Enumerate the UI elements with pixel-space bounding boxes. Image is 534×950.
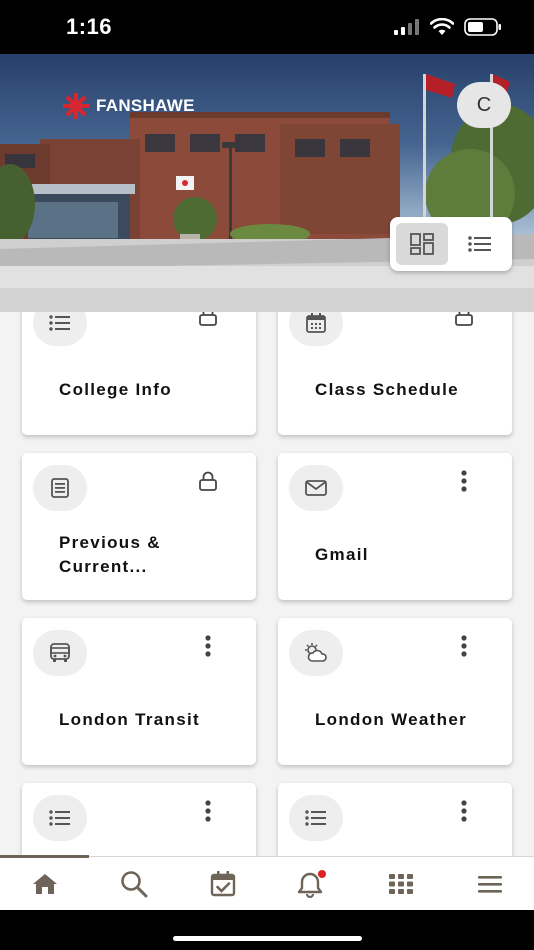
avatar-initial: C — [476, 93, 492, 116]
menu-icon — [477, 876, 502, 893]
more-options-icon[interactable] — [194, 797, 222, 825]
nav-home[interactable] — [0, 857, 89, 911]
nav-apps[interactable] — [356, 857, 445, 911]
grid-view-icon — [410, 233, 434, 255]
tile-icon-wrap — [289, 465, 343, 511]
battery-icon — [464, 18, 501, 36]
book-icon — [51, 478, 69, 498]
mail-icon — [305, 480, 327, 496]
tile-title: Gmail — [315, 545, 369, 564]
logo-text: FANSHAWE — [96, 96, 195, 115]
home-icon — [32, 874, 57, 894]
tile-class-schedule[interactable]: Class Schedule — [278, 312, 512, 435]
calendar-check-icon — [210, 871, 235, 897]
search-icon — [120, 871, 147, 898]
nav-calendar[interactable] — [178, 857, 267, 911]
lock-icon — [450, 312, 478, 330]
nav-search[interactable] — [89, 857, 178, 911]
tile-title: Class Schedule — [315, 380, 459, 399]
tile-title: College Info — [59, 380, 172, 399]
nav-notifications[interactable] — [267, 857, 356, 911]
bus-icon — [50, 643, 70, 662]
list-icon — [49, 315, 70, 331]
tile-icon-wrap — [289, 630, 343, 676]
wifi-icon — [430, 18, 454, 35]
tile-icon-wrap — [33, 795, 87, 841]
tile-title: London Weather — [315, 710, 467, 729]
more-options-icon[interactable] — [450, 797, 478, 825]
header-banner: FANSHAWE C — [0, 54, 534, 312]
tile-partial-left[interactable] — [22, 783, 256, 856]
nav-menu[interactable] — [445, 857, 534, 911]
tile-icon-wrap — [33, 630, 87, 676]
bell-icon — [297, 870, 326, 898]
more-options-icon[interactable] — [450, 632, 478, 660]
lock-icon — [194, 312, 222, 330]
tile-icon-wrap — [33, 465, 87, 511]
notification-dot — [317, 870, 326, 878]
tile-partial-right[interactable] — [278, 783, 512, 856]
list-icon — [305, 810, 326, 826]
grid-view-button[interactable] — [396, 223, 448, 265]
tile-title: London Transit — [59, 710, 200, 729]
status-time: 1:16 — [66, 14, 113, 39]
more-options-icon[interactable] — [450, 467, 478, 495]
tile-icon-wrap — [289, 795, 343, 841]
tile-icon-wrap — [33, 312, 87, 346]
lock-icon — [194, 467, 222, 495]
apps-grid-icon — [388, 874, 413, 894]
tile-college-info[interactable]: College Info — [22, 312, 256, 435]
fanshawe-star-icon — [63, 93, 89, 119]
tile-title: Previous & Current... — [59, 533, 161, 576]
tiles-grid: College Info Class Schedule Previous & C… — [0, 312, 534, 856]
tile-gmail[interactable]: Gmail — [278, 453, 512, 600]
tile-previous-current[interactable]: Previous & Current... — [22, 453, 256, 600]
tile-london-transit[interactable]: London Transit — [22, 618, 256, 765]
view-toggle — [390, 217, 512, 271]
home-indicator[interactable] — [173, 936, 362, 941]
avatar[interactable]: C — [457, 82, 511, 128]
fanshawe-logo: FANSHAWE — [60, 92, 195, 120]
home-indicator-area — [0, 910, 534, 950]
tile-london-weather[interactable]: London Weather — [278, 618, 512, 765]
status-icons — [394, 18, 502, 36]
cellular-signal-icon — [394, 19, 419, 35]
status-bar: 1:16 — [0, 0, 534, 54]
more-options-icon[interactable] — [194, 632, 222, 660]
list-icon — [49, 810, 70, 826]
calendar-icon — [306, 313, 326, 333]
tile-icon-wrap — [289, 312, 343, 346]
list-view-icon — [468, 236, 491, 252]
weather-icon — [305, 643, 327, 662]
list-view-button[interactable] — [454, 223, 506, 265]
bottom-nav — [0, 855, 534, 911]
